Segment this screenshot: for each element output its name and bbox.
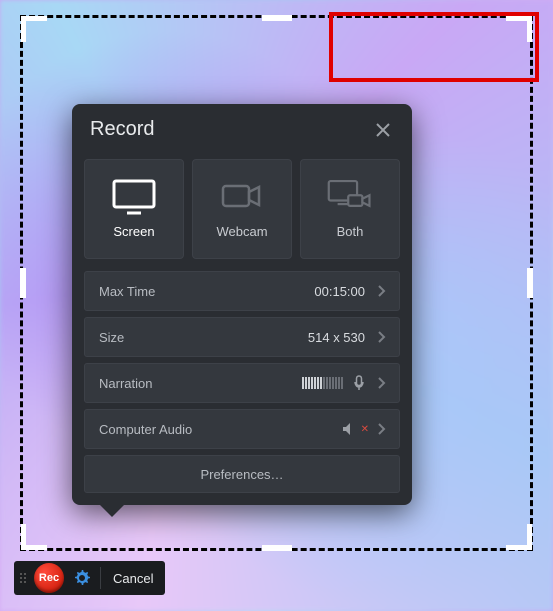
cancel-button[interactable]: Cancel: [107, 571, 159, 586]
microphone-icon: [349, 373, 369, 393]
row-computer-audio[interactable]: Computer Audio ✕: [84, 409, 400, 449]
webcam-icon: [219, 180, 265, 214]
close-icon: [376, 123, 390, 137]
size-label: Size: [99, 330, 308, 345]
drag-grip-icon[interactable]: [18, 573, 28, 583]
narration-label: Narration: [99, 376, 302, 391]
panel-header: Record: [72, 104, 412, 151]
computer-audio-label: Computer Audio: [99, 422, 339, 437]
settings-button[interactable]: [70, 566, 94, 590]
mode-screen[interactable]: Screen: [84, 159, 184, 259]
record-toolbar[interactable]: Rec Cancel: [14, 561, 165, 595]
toolbar-divider: [100, 567, 101, 589]
record-button[interactable]: Rec: [34, 563, 64, 593]
resize-handle-left[interactable]: [20, 268, 26, 298]
chevron-right-icon: [373, 282, 391, 300]
settings-list: Max Time 00:15:00 Size 514 x 530 Narrati…: [72, 271, 412, 505]
mode-screen-label: Screen: [113, 224, 154, 239]
both-icon: [327, 180, 373, 214]
size-value: 514 x 530: [308, 330, 365, 345]
cancel-label: Cancel: [113, 571, 153, 586]
resize-handle-right[interactable]: [527, 268, 533, 298]
preferences-button[interactable]: Preferences…: [84, 455, 400, 493]
mode-both-label: Both: [337, 224, 364, 239]
speaker-muted-icon: [339, 419, 359, 439]
vu-meter: [302, 377, 343, 389]
screen-icon: [111, 180, 157, 214]
close-button[interactable]: [372, 119, 394, 141]
mode-webcam[interactable]: Webcam: [192, 159, 292, 259]
resize-handle-bottom[interactable]: [262, 545, 292, 551]
muted-x-icon: ✕: [361, 424, 369, 435]
resize-handle-bottom-right[interactable]: [506, 524, 532, 550]
row-narration[interactable]: Narration: [84, 363, 400, 403]
chevron-right-icon: [373, 328, 391, 346]
chevron-right-icon: [373, 420, 391, 438]
resize-handle-top-left[interactable]: [21, 16, 47, 42]
mode-webcam-label: Webcam: [216, 224, 267, 239]
max-time-value: 00:15:00: [314, 284, 365, 299]
chevron-right-icon: [373, 374, 391, 392]
record-button-label: Rec: [39, 572, 59, 584]
mode-selector: Screen Webcam Both: [72, 151, 412, 271]
resize-handle-top[interactable]: [262, 15, 292, 21]
preferences-label: Preferences…: [200, 467, 283, 482]
max-time-label: Max Time: [99, 284, 314, 299]
gear-icon: [73, 569, 91, 587]
row-size[interactable]: Size 514 x 530: [84, 317, 400, 357]
panel-title: Record: [90, 118, 154, 141]
resize-handle-bottom-left[interactable]: [21, 524, 47, 550]
mode-both[interactable]: Both: [300, 159, 400, 259]
record-panel: Record Screen Webcam Both Max Time: [72, 104, 412, 505]
row-max-time[interactable]: Max Time 00:15:00: [84, 271, 400, 311]
annotation-highlight-box: [329, 12, 539, 82]
